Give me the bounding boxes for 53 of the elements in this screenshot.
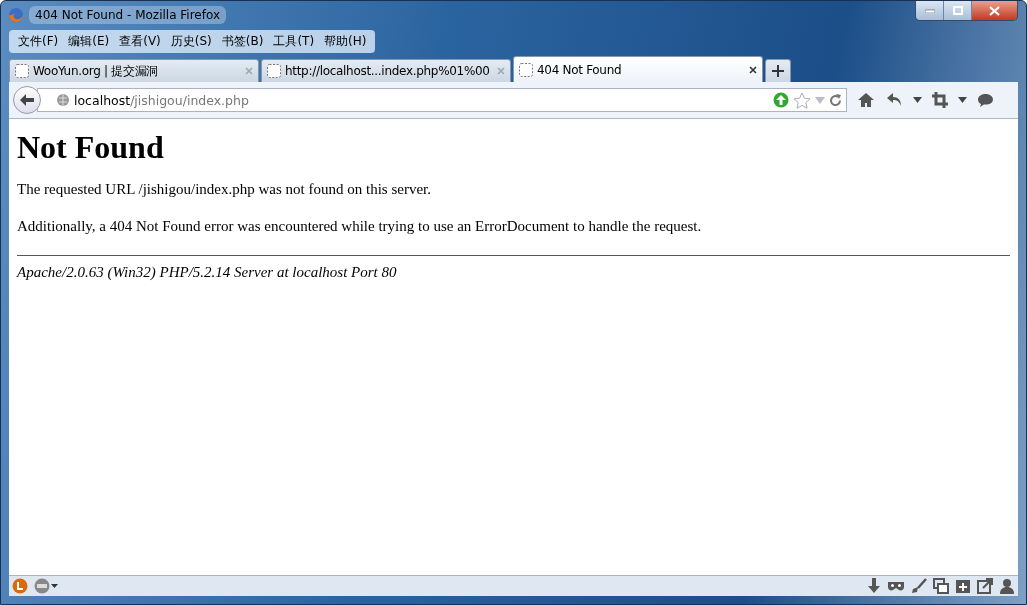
chat-button[interactable] xyxy=(975,92,996,108)
reload-icon[interactable] xyxy=(829,93,842,107)
maximize-button[interactable] xyxy=(944,1,972,20)
browser-tab[interactable]: WooYun.org | 提交漏洞 xyxy=(9,59,259,82)
browser-tab[interactable]: 404 Not Found xyxy=(513,56,763,82)
curved-arrow-icon xyxy=(887,92,903,108)
url-text: localhost/jishigou/index.php xyxy=(74,92,250,108)
blank-page-icon xyxy=(15,64,29,78)
menu-item[interactable]: 查看(V) xyxy=(114,32,166,51)
crop-icon xyxy=(932,92,948,108)
close-button[interactable] xyxy=(972,1,1017,20)
close-icon[interactable] xyxy=(749,65,757,74)
back-button[interactable] xyxy=(13,86,41,114)
blank-page-icon xyxy=(267,64,281,78)
disc-dropdown-icon[interactable] xyxy=(34,578,58,594)
add-tab-icon[interactable] xyxy=(955,578,971,594)
windows-icon[interactable] xyxy=(933,578,949,594)
speech-bubble-icon xyxy=(977,92,994,108)
globe-icon xyxy=(56,93,70,107)
minimize-icon xyxy=(924,8,935,13)
dropdown-icon[interactable] xyxy=(958,97,967,103)
menu-item[interactable]: 帮助(H) xyxy=(319,32,372,51)
star-icon[interactable] xyxy=(793,91,811,109)
menu-item[interactable]: 工具(T) xyxy=(268,32,320,51)
download-icon[interactable] xyxy=(867,578,881,594)
new-tab-button[interactable] xyxy=(765,59,791,82)
up-arrow-icon[interactable] xyxy=(773,92,789,108)
browser-tab[interactable]: http://localhost...index.php%01%00 xyxy=(261,59,511,82)
dropdown-icon[interactable] xyxy=(913,97,922,103)
minimize-button[interactable] xyxy=(916,1,944,20)
page-heading: Not Found xyxy=(17,129,165,166)
plus-icon xyxy=(772,65,784,77)
fox-globe-icon xyxy=(8,7,24,23)
address-bar[interactable]: localhost/jishigou/index.php xyxy=(37,88,847,112)
menu-item[interactable]: 历史(S) xyxy=(165,32,217,51)
close-icon xyxy=(989,5,1000,16)
server-signature: Apache/2.0.63 (Win32) PHP/5.2.14 Server at localhost Port 80 xyxy=(17,264,398,281)
error-message: Additionally, a 404 Not Found error was encountered while trying to use an ErrorDocument to handle the request. xyxy=(17,218,703,235)
menu-item[interactable]: 编辑(E) xyxy=(63,32,115,51)
window-title: 404 Not Found - Mozilla Firefox xyxy=(29,6,227,24)
maximize-icon xyxy=(952,6,963,15)
crop-button[interactable] xyxy=(930,92,950,108)
letter-badge-icon[interactable] xyxy=(12,578,28,594)
brush-icon[interactable] xyxy=(911,578,927,594)
person-icon[interactable] xyxy=(999,578,1015,594)
menu-item[interactable]: 文件(F) xyxy=(13,32,64,51)
blank-page-icon xyxy=(519,62,533,77)
home-icon xyxy=(857,92,875,108)
menu-item[interactable]: 书签(B) xyxy=(216,32,269,51)
share-icon[interactable] xyxy=(977,578,993,594)
back-arrow-icon xyxy=(19,93,35,107)
error-message: The requested URL /jishigou/index.php was not found on this server. xyxy=(17,181,432,198)
mask-icon[interactable] xyxy=(887,580,905,592)
